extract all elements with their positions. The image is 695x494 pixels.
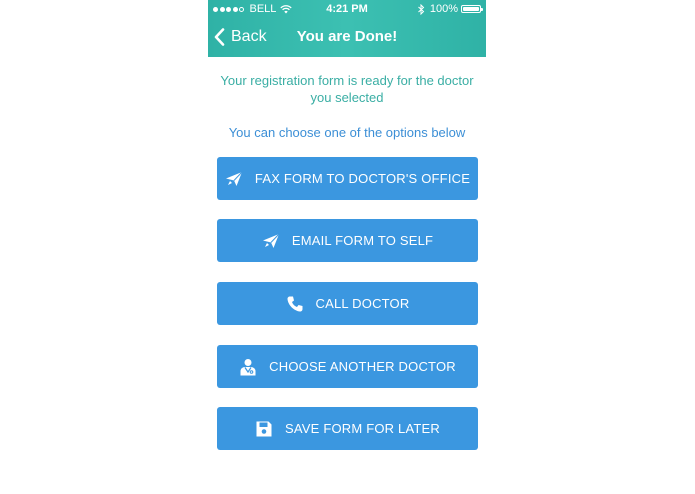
save-form-label: SAVE FORM FOR LATER [284,421,440,436]
battery-icon [461,5,483,13]
phone-icon [286,295,304,313]
paper-plane-icon [225,170,243,188]
status-right: 100% [418,0,483,18]
fax-form-button[interactable]: FAX FORM TO DOCTOR'S OFFICE [217,157,478,200]
page-title: You are Done! [296,28,398,45]
doctor-icon [239,358,257,376]
call-doctor-label: CALL DOCTOR [315,296,410,311]
phone-screen: BELL 4:21 PM 100% Back You are Done! You… [208,0,486,494]
paper-plane-icon [262,232,280,250]
status-bar: BELL 4:21 PM 100% [208,0,486,18]
call-doctor-button[interactable]: CALL DOCTOR [217,282,478,325]
nav-bar: Back You are Done! [208,18,486,57]
options-hint: You can choose one of the options below [228,125,466,140]
email-form-button[interactable]: EMAIL FORM TO SELF [217,219,478,262]
choose-doctor-label: CHOOSE ANOTHER DOCTOR [269,359,456,374]
floppy-disk-icon [255,420,273,438]
intro-text: Your registration form is ready for the … [220,73,474,105]
battery-percent: 100% [429,3,458,15]
email-form-label: EMAIL FORM TO SELF [291,233,434,248]
header: BELL 4:21 PM 100% Back You are Done! [208,0,486,57]
save-form-button[interactable]: SAVE FORM FOR LATER [217,407,478,450]
fax-form-label: FAX FORM TO DOCTOR'S OFFICE [254,171,471,186]
bluetooth-icon [418,3,425,15]
choose-doctor-button[interactable]: CHOOSE ANOTHER DOCTOR [217,345,478,388]
